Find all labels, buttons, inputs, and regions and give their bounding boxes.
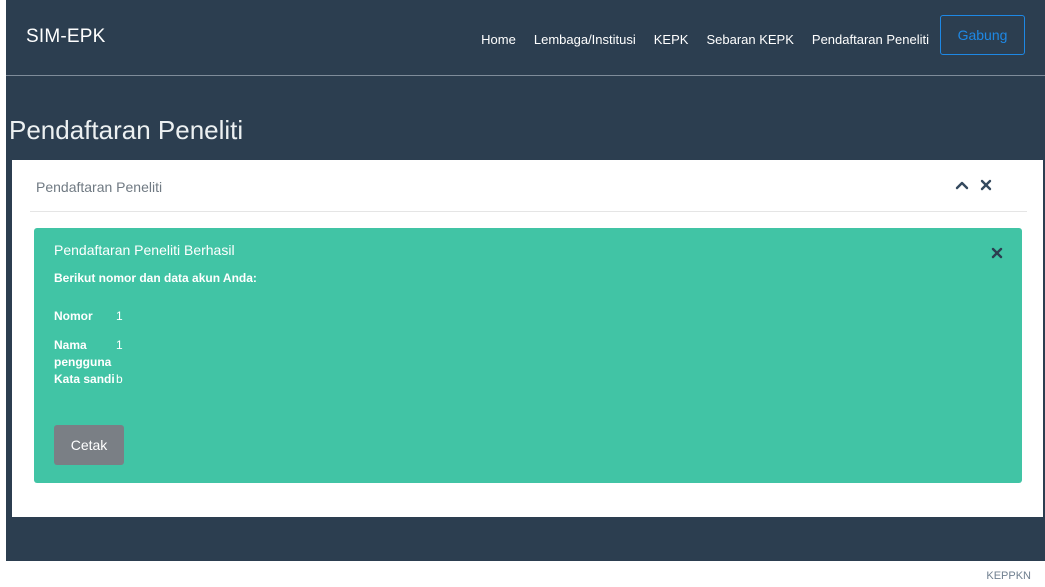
nav-link-sebaran-kepk[interactable]: Sebaran KEPK	[706, 32, 793, 47]
alert-subtitle: Berikut nomor dan data akun Anda:	[54, 271, 257, 285]
print-button[interactable]: Cetak	[54, 425, 124, 465]
chevron-up-icon[interactable]	[955, 178, 969, 192]
info-value: 1	[116, 309, 123, 323]
account-info: Nomor 1 Nama pengguna 1 Kata sandi b	[54, 308, 123, 400]
nav-link-pendaftaran-peneliti[interactable]: Pendaftaran Peneliti	[812, 32, 929, 47]
info-value: b	[116, 372, 123, 386]
info-row-nama-pengguna: Nama pengguna 1	[54, 337, 123, 371]
footer-credit: KEPPKN	[986, 570, 1031, 582]
info-row-nomor: Nomor 1	[54, 308, 123, 325]
page-title: Pendaftaran Peneliti	[9, 115, 244, 145]
info-value: 1	[116, 338, 123, 352]
brand-logo[interactable]: SIM-EPK	[26, 26, 106, 48]
app-frame: SIM-EPK Home Lembaga/Institusi KEPK Seba…	[6, 0, 1045, 561]
navbar: SIM-EPK Home Lembaga/Institusi KEPK Seba…	[6, 0, 1045, 76]
panel-header: Pendaftaran Peneliti	[30, 160, 1027, 212]
nav-links: Home Lembaga/Institusi KEPK Sebaran KEPK…	[481, 32, 929, 47]
success-alert: Pendaftaran Peneliti Berhasil Berikut no…	[34, 228, 1022, 483]
alert-close-icon[interactable]	[990, 246, 1004, 260]
info-label: Nama pengguna	[54, 338, 112, 369]
info-label: Nomor	[54, 309, 93, 323]
alert-title: Pendaftaran Peneliti Berhasil	[54, 242, 235, 258]
nav-link-kepk[interactable]: KEPK	[654, 32, 689, 47]
join-button[interactable]: Gabung	[940, 15, 1025, 55]
close-icon[interactable]	[979, 178, 993, 192]
panel-tools	[955, 178, 993, 192]
info-label: Kata sandi	[54, 372, 115, 386]
nav-link-home[interactable]: Home	[481, 32, 516, 47]
registration-panel: Pendaftaran Peneliti Pendaftaran Penelit…	[12, 160, 1043, 517]
info-row-kata-sandi: Kata sandi b	[54, 371, 123, 388]
panel-title: Pendaftaran Peneliti	[36, 179, 163, 195]
nav-link-lembaga[interactable]: Lembaga/Institusi	[534, 32, 636, 47]
